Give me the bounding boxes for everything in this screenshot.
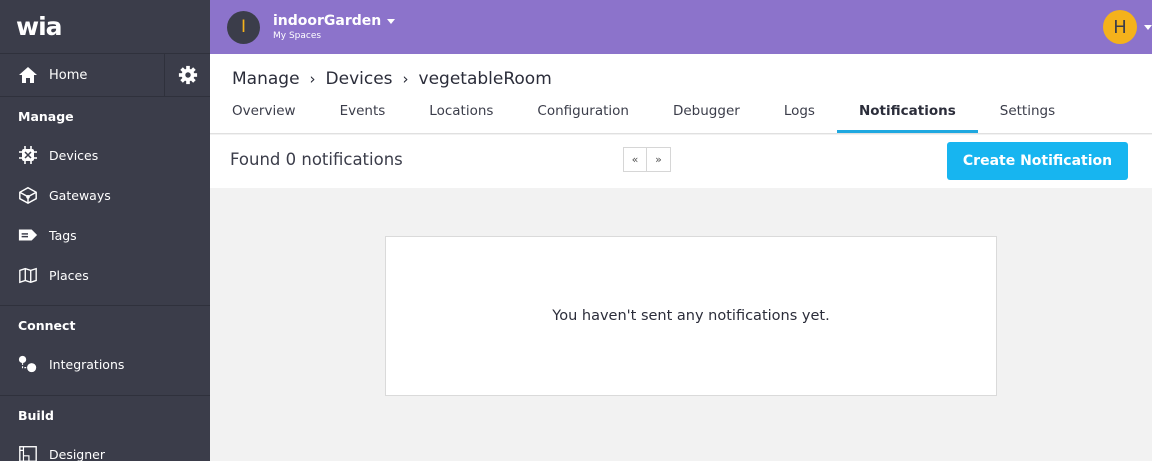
sidebar-item-label: Designer: [49, 446, 105, 461]
sidebar-item-tags[interactable]: Tags: [0, 215, 210, 255]
tab-overview[interactable]: Overview: [210, 99, 318, 133]
space-subtitle: My Spaces: [273, 31, 322, 41]
create-notification-button[interactable]: Create Notification: [947, 142, 1128, 180]
sidebar-item-label: Home: [49, 67, 88, 83]
empty-state-card: You haven't sent any notifications yet.: [385, 236, 997, 396]
tab-configuration[interactable]: Configuration: [515, 99, 651, 133]
gear-icon: [178, 65, 198, 85]
section-title-connect: Connect: [18, 317, 76, 333]
sidebar-item-home[interactable]: Home: [0, 54, 165, 96]
tab-debugger[interactable]: Debugger: [651, 99, 762, 133]
section-title-manage: Manage: [18, 108, 74, 124]
chip-icon: [18, 145, 38, 165]
tag-icon: [18, 225, 38, 245]
breadcrumb-separator: ›: [402, 70, 409, 88]
tab-bar: Overview Events Locations Configuration …: [210, 99, 1077, 133]
integrations-icon: [18, 354, 38, 374]
breadcrumb: Manage › Devices › vegetableRoom: [232, 69, 552, 89]
breadcrumb-devices[interactable]: Devices: [326, 69, 393, 89]
empty-state-message: You haven't sent any notifications yet.: [552, 308, 830, 324]
user-menu-chevron-icon[interactable]: [1144, 25, 1152, 30]
breadcrumb-manage[interactable]: Manage: [232, 69, 300, 89]
sidebar-item-label: Places: [49, 267, 89, 283]
page-header: Manage › Devices › vegetableRoom Overvie…: [210, 54, 1152, 134]
designer-icon: [18, 444, 38, 461]
sidebar-item-label: Gateways: [49, 187, 111, 203]
breadcrumb-separator: ›: [309, 70, 316, 88]
user-avatar[interactable]: H: [1103, 10, 1137, 44]
sidebar-item-label: Integrations: [49, 356, 125, 372]
space-name: indoorGarden: [273, 13, 396, 29]
sidebar-item-integrations[interactable]: Integrations: [0, 344, 210, 384]
sidebar-item-places[interactable]: Places: [0, 255, 210, 295]
sidebar-item-devices[interactable]: Devices: [0, 135, 210, 175]
map-icon: [18, 265, 38, 285]
sidebar-item-label: Tags: [49, 227, 77, 243]
results-count: Found 0 notifications: [230, 150, 403, 169]
top-bar: I indoorGarden My Spaces H: [210, 0, 1152, 54]
next-page-button[interactable]: »: [647, 147, 671, 172]
space-switcher[interactable]: indoorGarden My Spaces: [273, 13, 396, 41]
breadcrumb-device: vegetableRoom: [418, 69, 552, 89]
sidebar-item-label: Devices: [49, 147, 99, 163]
tab-logs[interactable]: Logs: [762, 99, 837, 133]
tab-notifications[interactable]: Notifications: [836, 99, 978, 133]
space-name-text: indoorGarden: [273, 13, 382, 29]
notifications-toolbar: Found 0 notifications « » Create Notific…: [210, 135, 1152, 188]
chevron-down-icon: [387, 18, 396, 24]
pagination: « »: [623, 147, 671, 172]
wia-logo[interactable]: wia: [16, 12, 63, 41]
previous-page-button[interactable]: «: [623, 147, 647, 172]
space-avatar[interactable]: I: [227, 10, 260, 44]
sidebar-item-gateways[interactable]: Gateways: [0, 175, 210, 215]
settings-button[interactable]: [165, 54, 210, 96]
tab-settings[interactable]: Settings: [978, 99, 1077, 133]
section-title-build: Build: [18, 407, 54, 423]
home-row: Home: [0, 54, 210, 97]
tab-events[interactable]: Events: [318, 99, 408, 133]
tab-locations[interactable]: Locations: [407, 99, 515, 133]
logo-row: wia: [0, 0, 210, 54]
home-icon: [18, 65, 38, 85]
sidebar: wia Home Manage Devices Gateways Tags Pl…: [0, 0, 210, 461]
sidebar-item-designer[interactable]: Designer: [0, 434, 210, 461]
gateway-icon: [18, 185, 38, 205]
